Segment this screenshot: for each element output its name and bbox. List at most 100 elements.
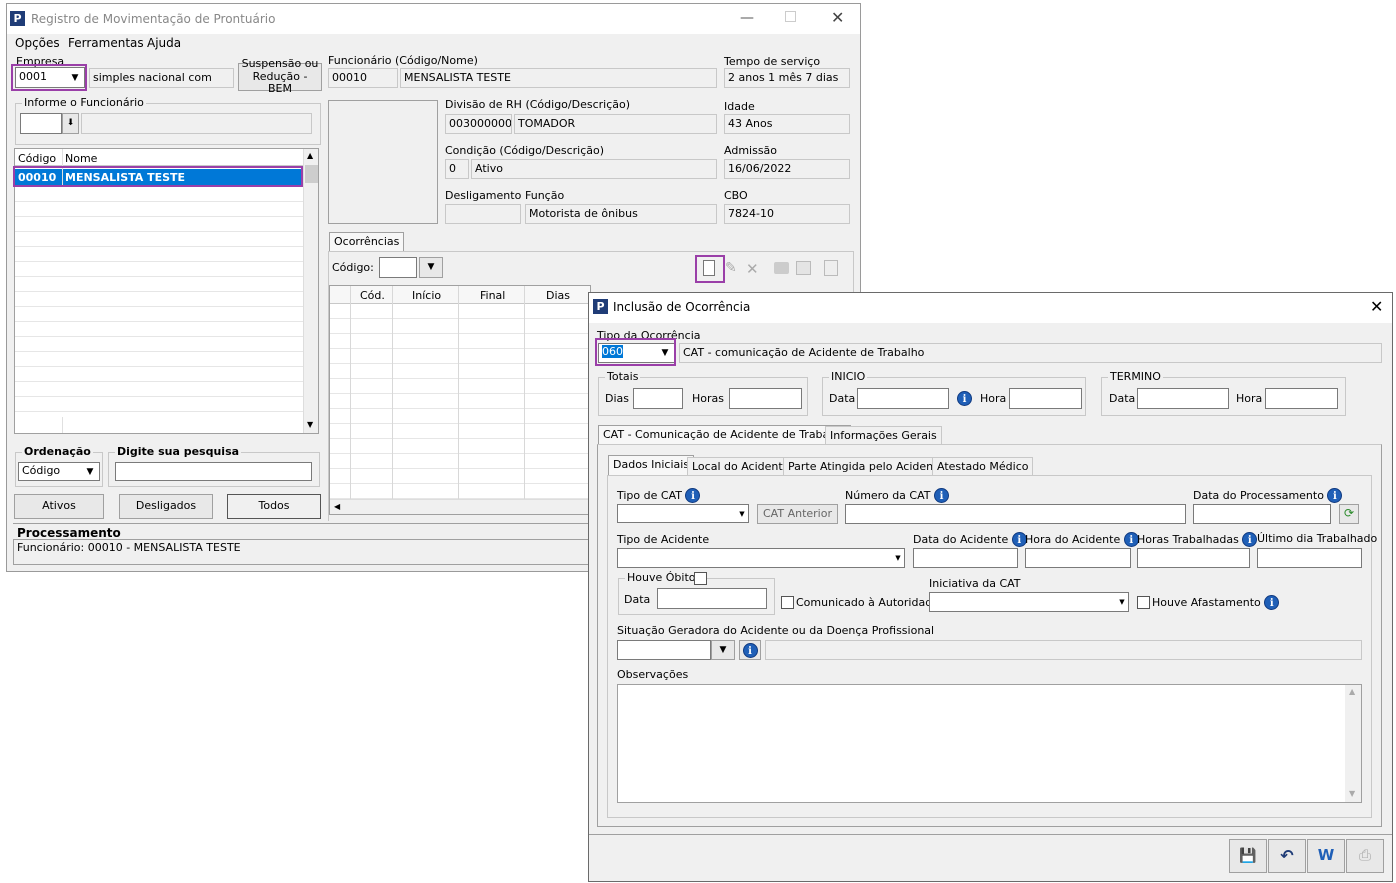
ordenacao-combo[interactable]: Código ▼	[18, 462, 100, 481]
houve-afastamento-checkbox[interactable]	[1137, 596, 1150, 609]
textarea-scrollbar[interactable]: ▲ ▼	[1345, 685, 1361, 802]
info-icon[interactable]: i	[1264, 595, 1280, 610]
occ-col-cod[interactable]: Cód.	[360, 289, 385, 302]
data-acidente-input[interactable]	[913, 548, 1018, 568]
info-icon[interactable]: i	[933, 488, 949, 503]
desligamento-value	[445, 204, 521, 224]
menu-ajuda[interactable]: Ajuda	[147, 36, 181, 50]
observacoes-textarea[interactable]: ▲ ▼	[617, 684, 1362, 803]
termino-data-input[interactable]	[1137, 388, 1229, 409]
ativos-button[interactable]: Ativos	[14, 494, 104, 519]
new-document-icon[interactable]	[703, 260, 715, 276]
menu-ferramentas[interactable]: Ferramentas	[68, 36, 144, 50]
tab-informacoes-gerais[interactable]: Informações Gerais	[825, 426, 942, 445]
dias-input[interactable]	[633, 388, 683, 409]
hora-acidente-input[interactable]	[1025, 548, 1131, 568]
scroll-up-icon[interactable]: ▲	[1349, 687, 1355, 696]
chevron-down-icon[interactable]: ▼	[892, 549, 904, 567]
data-proc-input[interactable]	[1193, 504, 1331, 524]
inicio-data-label: Data	[829, 392, 856, 405]
occ-codigo-dropdown[interactable]: ▼	[419, 257, 443, 278]
situacao-info-button[interactable]: i	[739, 640, 761, 660]
info-icon[interactable]: i	[1242, 532, 1258, 547]
inicio-data-input[interactable]	[857, 388, 949, 409]
scroll-up-icon[interactable]: ▲	[307, 151, 313, 160]
subtab-parte-atingida[interactable]: Parte Atingida pelo Acidente	[783, 457, 950, 476]
pesquisa-label: Digite sua pesquisa	[115, 445, 242, 458]
data-acidente-label: Data do Acidente i	[913, 532, 1027, 547]
horas-input[interactable]	[729, 388, 802, 409]
termino-hora-label: Hora	[1236, 392, 1263, 405]
tipo-acidente-combo[interactable]: ▼	[617, 548, 905, 568]
obito-data-input[interactable]	[657, 588, 767, 609]
occ-hscrollbar[interactable]: ◀	[330, 499, 590, 514]
menu-opcoes[interactable]: Opções	[15, 36, 60, 50]
numero-cat-input[interactable]	[845, 504, 1186, 524]
occ-col-inicio[interactable]: Início	[412, 289, 441, 302]
totais-label: Totais	[605, 370, 641, 383]
subtab-atestado-medico[interactable]: Atestado Médico	[932, 457, 1034, 476]
inicio-hora-input[interactable]	[1009, 388, 1082, 409]
occ-col-dias[interactable]: Dias	[546, 289, 570, 302]
scroll-down-icon[interactable]: ▼	[1349, 789, 1355, 798]
info-icon[interactable]: i	[1327, 488, 1343, 503]
desligados-button[interactable]: Desligados	[119, 494, 213, 519]
subtab-local-acidente[interactable]: Local do Acidente	[687, 457, 795, 476]
processamento-value: Funcionário: 00010 - MENSALISTA TESTE	[17, 541, 241, 554]
chevron-down-icon[interactable]: ▼	[1116, 593, 1128, 611]
pesquisa-input[interactable]	[115, 462, 312, 481]
list-scrollbar[interactable]: ▲ ▼	[303, 149, 318, 433]
termino-hora-input[interactable]	[1265, 388, 1338, 409]
informe-dropdown-icon[interactable]: ⬇	[62, 113, 79, 134]
info-icon: i	[742, 642, 758, 658]
col-codigo-header[interactable]: Código	[18, 152, 56, 165]
tab-ocorrencias[interactable]: Ocorrências	[329, 232, 405, 252]
ultimo-dia-input[interactable]	[1257, 548, 1362, 568]
scroll-left-icon[interactable]: ◀	[334, 502, 340, 511]
close-icon[interactable]: ✕	[831, 8, 844, 27]
situacao-combo[interactable]	[617, 640, 711, 660]
report-icon[interactable]: ⎙	[1346, 839, 1384, 873]
maximize-icon[interactable]	[785, 11, 796, 22]
ultimo-dia-label: Último dia Trabalhado	[1257, 532, 1378, 545]
occurrence-grid[interactable]: Cód. Início Final Dias ◀	[329, 285, 591, 515]
scroll-thumb[interactable]	[305, 165, 318, 183]
chevron-down-icon[interactable]: ▼	[736, 505, 748, 522]
chevron-down-icon[interactable]: ▼	[81, 463, 99, 480]
comunicado-checkbox[interactable]	[781, 596, 794, 609]
houve-obito-checkbox[interactable]	[694, 572, 707, 585]
occ-codigo-input[interactable]	[379, 257, 417, 278]
divisao-code: 003000000	[445, 114, 512, 134]
scroll-down-icon[interactable]: ▼	[307, 420, 313, 429]
print-icon[interactable]	[774, 262, 789, 274]
horas-trab-label: Horas Trabalhadas i	[1137, 532, 1258, 547]
situacao-dropdown[interactable]: ▼	[711, 640, 735, 660]
export-icon[interactable]	[796, 261, 811, 275]
tab-cat[interactable]: CAT - Comunicação de Acidente de Trabalh…	[598, 425, 852, 445]
edit-icon[interactable]: ✎	[725, 260, 737, 276]
delete-icon[interactable]: ✕	[746, 260, 759, 278]
save-icon[interactable]: 💾	[1229, 839, 1267, 873]
termino-data-label: Data	[1109, 392, 1136, 405]
occ-col-final[interactable]: Final	[480, 289, 505, 302]
undo-icon[interactable]: ↶	[1268, 839, 1306, 873]
iniciativa-combo[interactable]: ▼	[929, 592, 1129, 612]
cbo-label: CBO	[724, 189, 748, 202]
horas-trab-input[interactable]	[1137, 548, 1250, 568]
info-icon[interactable]: i	[685, 488, 701, 503]
minimize-icon[interactable]: —	[740, 10, 754, 26]
info-icon[interactable]: i	[957, 391, 972, 406]
preview-icon[interactable]	[824, 260, 838, 276]
close-icon[interactable]: ✕	[1370, 297, 1383, 316]
informe-input[interactable]	[20, 113, 62, 134]
comunicado-label: Comunicado à Autoridade	[796, 596, 939, 609]
refresh-icon[interactable]: ⟳	[1339, 504, 1359, 524]
cat-anterior-button[interactable]: CAT Anterior	[757, 504, 838, 524]
col-nome-header[interactable]: Nome	[65, 152, 97, 165]
employee-list[interactable]: Código Nome 00010 MENSALISTA TESTE ▲ ▼	[14, 148, 319, 434]
todos-button[interactable]: Todos	[227, 494, 321, 519]
suspensao-button[interactable]: Suspensão ou Redução - BEM	[238, 57, 322, 95]
word-document-icon[interactable]: W	[1307, 839, 1345, 873]
subtab-dados-iniciais[interactable]: Dados Iniciais	[608, 455, 695, 476]
tipo-cat-combo[interactable]: ▼	[617, 504, 749, 523]
